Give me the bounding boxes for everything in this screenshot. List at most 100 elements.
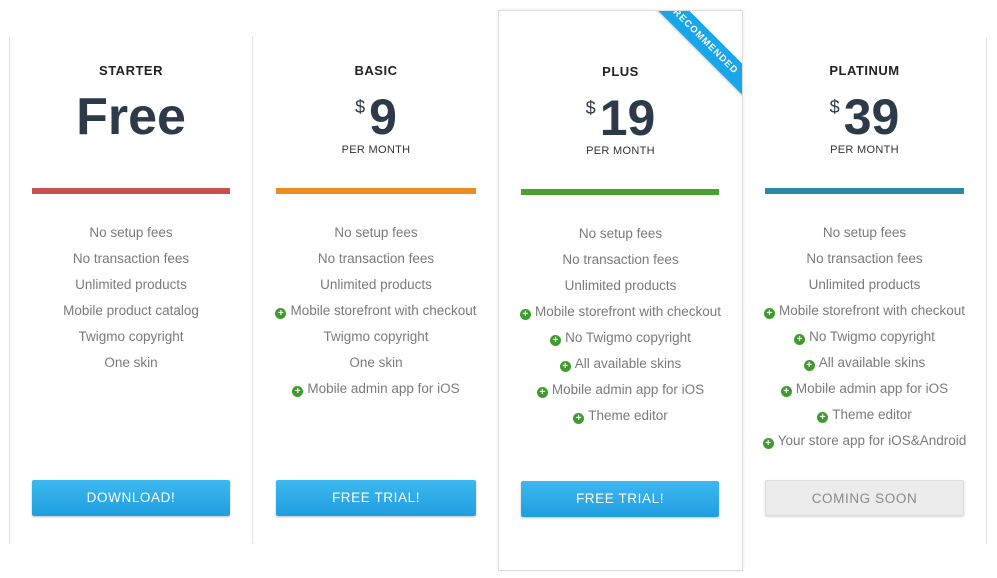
- free-trial-button[interactable]: FREE TRIAL!: [521, 481, 719, 517]
- plus-circle-icon: +: [275, 308, 287, 319]
- feature-text: Your store app for iOS&Android: [777, 433, 967, 448]
- feature-item: + Mobile storefront with checkout: [499, 301, 742, 327]
- feature-item: One skin: [10, 352, 252, 378]
- feature-text: One skin: [104, 355, 158, 370]
- plan-color-bar: [765, 188, 964, 194]
- plus-circle-icon: +: [559, 361, 571, 372]
- feature-text: Theme editor: [588, 408, 668, 423]
- plan-name: PLUS: [602, 64, 639, 79]
- feature-text: No setup fees: [334, 225, 418, 240]
- feature-text: No Twigmo copyright: [809, 329, 935, 344]
- feature-text: Unlimited products: [320, 277, 432, 292]
- feature-text: Mobile admin app for iOS: [551, 382, 705, 397]
- plus-circle-icon: +: [292, 386, 304, 397]
- plan-name: STARTER: [99, 63, 163, 78]
- free-trial-button[interactable]: FREE TRIAL!: [276, 480, 476, 516]
- plus-circle-icon: +: [519, 309, 531, 320]
- feature-text: No setup fees: [822, 225, 907, 240]
- recommended-ribbon: RECOMMENDED: [644, 11, 742, 103]
- plan-name: BASIC: [354, 63, 398, 78]
- plus-circle-icon: +: [762, 438, 774, 449]
- feature-item: + Mobile admin app for iOS: [499, 379, 742, 405]
- plan-color-bar: [276, 188, 476, 194]
- feature-item: + Your store app for iOS&Android: [743, 430, 986, 456]
- feature-item: Twigmo copyright: [254, 326, 498, 352]
- feature-item: + No Twigmo copyright: [743, 326, 986, 352]
- price-period: PER MONTH: [586, 145, 655, 157]
- feature-text: Unlimited products: [564, 278, 677, 293]
- plus-circle-icon: +: [803, 360, 815, 371]
- plus-circle-icon: +: [573, 413, 585, 424]
- feature-item: No setup fees: [499, 223, 742, 249]
- price-amount: 19: [599, 90, 656, 146]
- feature-item: No transaction fees: [499, 249, 742, 275]
- feature-item: + Mobile admin app for iOS: [254, 378, 498, 404]
- plus-circle-icon: +: [763, 308, 775, 319]
- feature-item: + All available skins: [743, 352, 986, 378]
- feature-item: Unlimited products: [254, 274, 498, 300]
- feature-item: + Mobile storefront with checkout: [743, 300, 986, 326]
- plan-color-bar: [521, 189, 719, 195]
- feature-text: No transaction fees: [562, 252, 679, 267]
- feature-item: + Mobile admin app for iOS: [743, 378, 986, 404]
- plan-plus: RECOMMENDED PLUS $19 PER MONTH No setup …: [498, 10, 743, 571]
- feature-text: Mobile admin app for iOS: [307, 381, 460, 396]
- feature-list: No setup fees No transaction fees Unlimite…: [499, 223, 742, 431]
- feature-text: No Twigmo copyright: [565, 330, 691, 345]
- feature-text: Unlimited products: [808, 277, 921, 292]
- price-period: PER MONTH: [830, 144, 899, 156]
- feature-text: No transaction fees: [317, 251, 435, 266]
- feature-item: No transaction fees: [254, 248, 498, 274]
- feature-item: Mobile product catalog: [10, 300, 252, 326]
- feature-item: No setup fees: [254, 222, 498, 248]
- feature-list: No setup fees No transaction fees Unlimite…: [10, 222, 252, 378]
- feature-item: + Theme editor: [499, 405, 742, 431]
- feature-list: No setup fees No transaction fees Unlimite…: [743, 222, 986, 456]
- feature-text: Twigmo copyright: [323, 329, 429, 344]
- feature-text: No transaction fees: [806, 251, 923, 266]
- plan-basic: BASIC $9 PER MONTH No setup fees No trans…: [254, 37, 498, 544]
- feature-item: + No Twigmo copyright: [499, 327, 742, 353]
- feature-text: No setup fees: [89, 225, 173, 240]
- feature-item: No transaction fees: [743, 248, 986, 274]
- feature-item: + Theme editor: [743, 404, 986, 430]
- feature-text: Twigmo copyright: [78, 329, 184, 344]
- feature-text: All available skins: [818, 355, 926, 370]
- feature-item: No setup fees: [10, 222, 252, 248]
- price-amount: 9: [369, 89, 397, 145]
- feature-item: No transaction fees: [10, 248, 252, 274]
- price-period: PER MONTH: [341, 144, 411, 156]
- feature-item: Unlimited products: [499, 275, 742, 301]
- plan-price: Free: [76, 88, 186, 146]
- feature-text: No setup fees: [578, 226, 663, 241]
- feature-text: Mobile storefront with checkout: [290, 303, 477, 318]
- currency-symbol: $: [829, 97, 840, 117]
- plus-circle-icon: +: [536, 387, 548, 398]
- feature-item: + Mobile storefront with checkout: [254, 300, 498, 326]
- feature-item: One skin: [254, 352, 498, 378]
- feature-text: No transaction fees: [72, 251, 190, 266]
- feature-list: No setup fees No transaction fees Unlimite…: [254, 222, 498, 404]
- feature-item: Unlimited products: [10, 274, 252, 300]
- plus-circle-icon: +: [817, 412, 829, 423]
- plus-circle-icon: +: [550, 335, 562, 346]
- plan-name: PLATINUM: [829, 63, 900, 78]
- feature-text: Mobile storefront with checkout: [534, 304, 722, 319]
- download-button[interactable]: DOWNLOAD!: [32, 480, 230, 516]
- plus-circle-icon: +: [780, 386, 792, 397]
- plan-color-bar: [32, 188, 230, 194]
- feature-item: Unlimited products: [743, 274, 986, 300]
- feature-text: Mobile storefront with checkout: [778, 303, 966, 318]
- coming-soon-button[interactable]: COMING SOON: [765, 480, 964, 516]
- currency-symbol: $: [355, 97, 366, 117]
- plan-starter: STARTER Free No setup fees No transaction…: [10, 37, 253, 544]
- currency-symbol: $: [585, 98, 596, 118]
- price-amount: 39: [843, 89, 900, 145]
- feature-text: One skin: [349, 355, 403, 370]
- feature-item: + All available skins: [499, 353, 742, 379]
- feature-text: Mobile product catalog: [63, 303, 199, 318]
- feature-text: Theme editor: [832, 407, 912, 422]
- feature-item: No setup fees: [743, 222, 986, 248]
- feature-text: Mobile admin app for iOS: [795, 381, 949, 396]
- plan-platinum: PLATINUM $39 PER MONTH No setup fees No t…: [743, 37, 986, 544]
